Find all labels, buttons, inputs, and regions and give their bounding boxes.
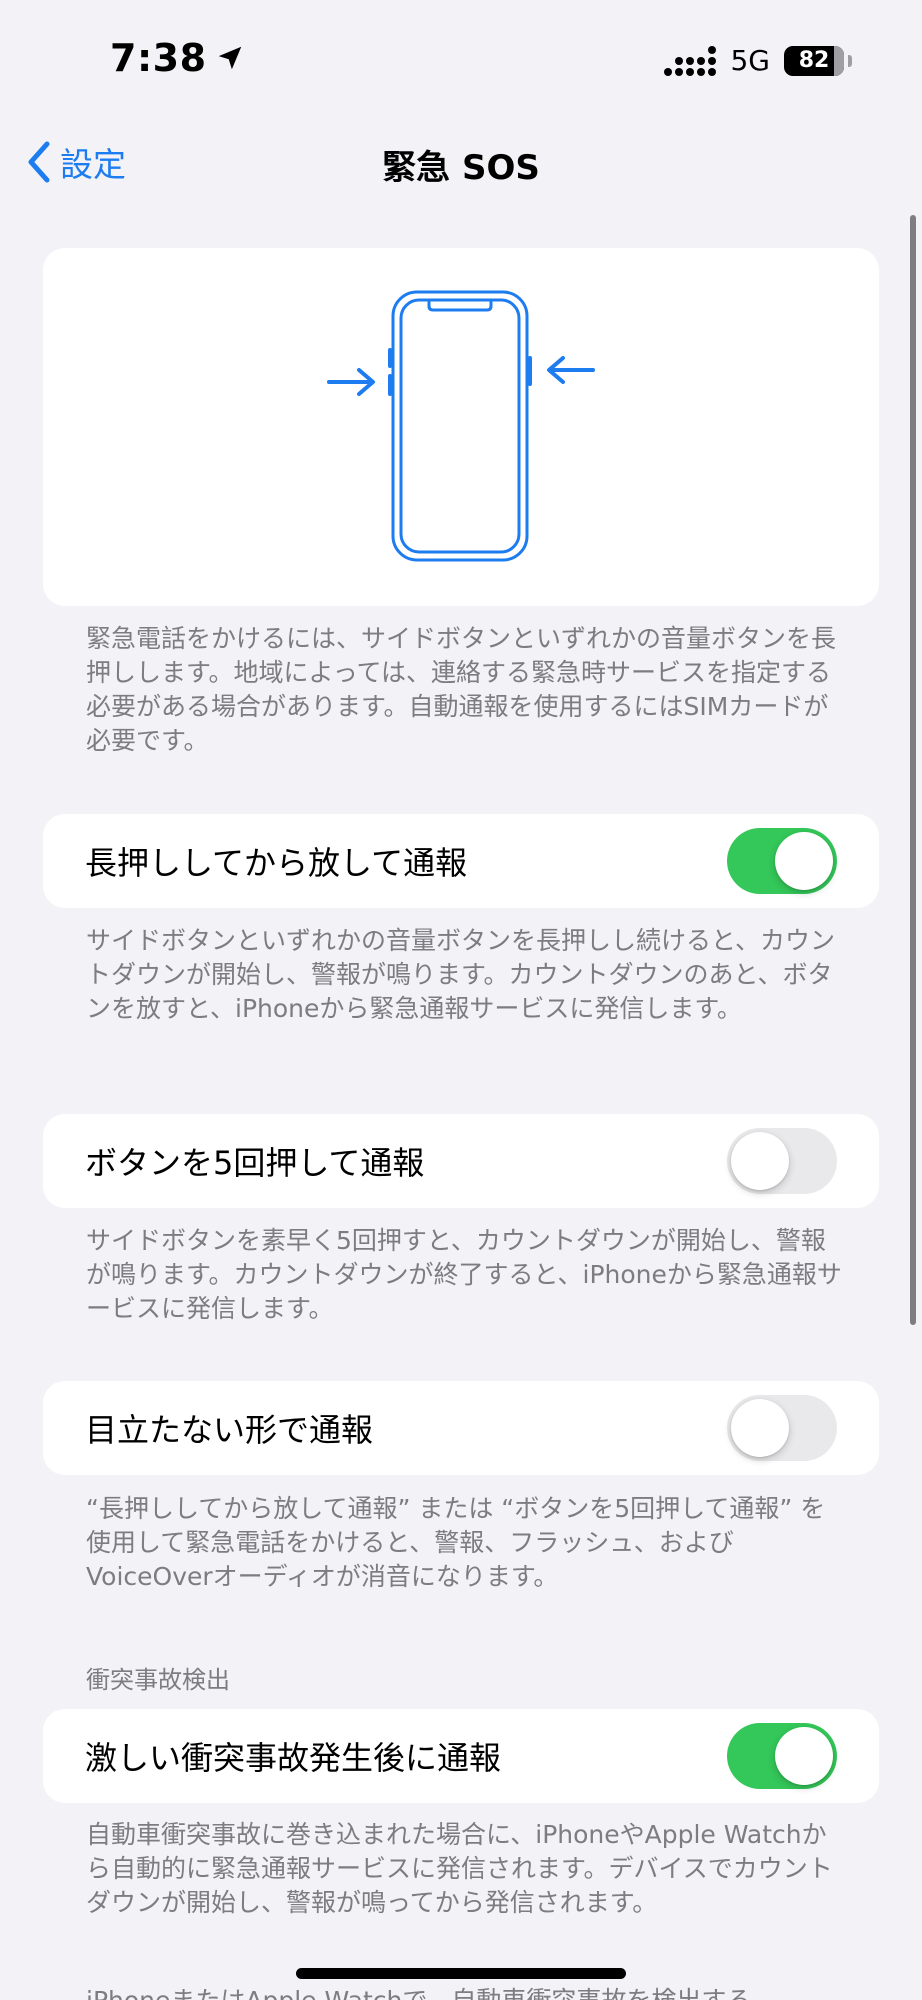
battery-percent: 82 <box>798 48 830 73</box>
status-time: 7:38 <box>110 36 245 80</box>
battery-icon: 82 <box>784 45 852 76</box>
status-bar: 7:38 5G 82 <box>0 0 922 120</box>
setting-label: 目立たない形で通報 <box>85 1411 374 1449</box>
setting-row: 長押ししてから放して通報 <box>43 814 879 908</box>
press-five-times-footer: サイドボタンを素早く5回押すと、カウントダウンが開始し、警報が鳴ります。カウント… <box>86 1226 842 1323</box>
iphone-side-buttons-illustration <box>327 290 595 562</box>
silent-call-setting: 目立たない形で通報 <box>43 1381 879 1475</box>
arrow-left-icon <box>547 356 595 384</box>
hold-and-release-setting: 長押ししてから放して通報 <box>43 814 879 908</box>
cellular-signal-icon <box>664 45 717 76</box>
hold-and-release-toggle[interactable] <box>727 828 837 894</box>
clock: 7:38 <box>110 36 207 80</box>
crash-detection-footer: 自動車衝突事故に巻き込まれた場合に、iPhoneやApple Watchから自動… <box>86 1820 833 1917</box>
page-title: 緊急 SOS <box>382 148 540 188</box>
setting-label: 長押ししてから放して通報 <box>85 844 468 882</box>
partial-footer-text: iPhoneまたはApple Watchで、自動車衝突事故を検出する <box>86 1984 846 2000</box>
navigation-bar: 設定 緊急 SOS <box>0 120 922 208</box>
scrollbar[interactable] <box>910 215 916 1325</box>
silent-call-footer: “長押ししてから放して通報” または “ボタンを5回押して通報” を使用して緊急… <box>86 1494 826 1591</box>
network-type: 5G <box>730 44 770 77</box>
sos-illustration-card <box>43 248 879 606</box>
press-five-times-setting: ボタンを5回押して通報 <box>43 1114 879 1208</box>
setting-label: ボタンを5回押して通報 <box>85 1144 425 1182</box>
press-five-times-toggle[interactable] <box>727 1128 837 1194</box>
hold-and-release-footer: サイドボタンといずれかの音量ボタンを長押しし続けると、カウントダウンが開始し、警… <box>86 926 836 1023</box>
setting-row: 目立たない形で通報 <box>43 1381 879 1475</box>
silent-call-toggle[interactable] <box>727 1395 837 1461</box>
setting-row: 激しい衝突事故発生後に通報 <box>43 1709 879 1803</box>
arrow-right-icon <box>327 368 375 396</box>
crash-detection-toggle[interactable] <box>727 1723 837 1789</box>
location-arrow-icon <box>218 46 241 70</box>
crash-detection-header: 衝突事故検出 <box>86 1666 230 1694</box>
sos-description: 緊急電話をかけるには、サイドボタンといずれかの音量ボタンを長押しします。地域によ… <box>86 624 837 755</box>
home-indicator[interactable] <box>296 1968 626 1979</box>
setting-label: 激しい衝突事故発生後に通報 <box>85 1739 502 1777</box>
setting-row: ボタンを5回押して通報 <box>43 1114 879 1208</box>
status-indicators: 5G 82 <box>664 44 852 77</box>
crash-detection-setting: 激しい衝突事故発生後に通報 <box>43 1709 879 1803</box>
